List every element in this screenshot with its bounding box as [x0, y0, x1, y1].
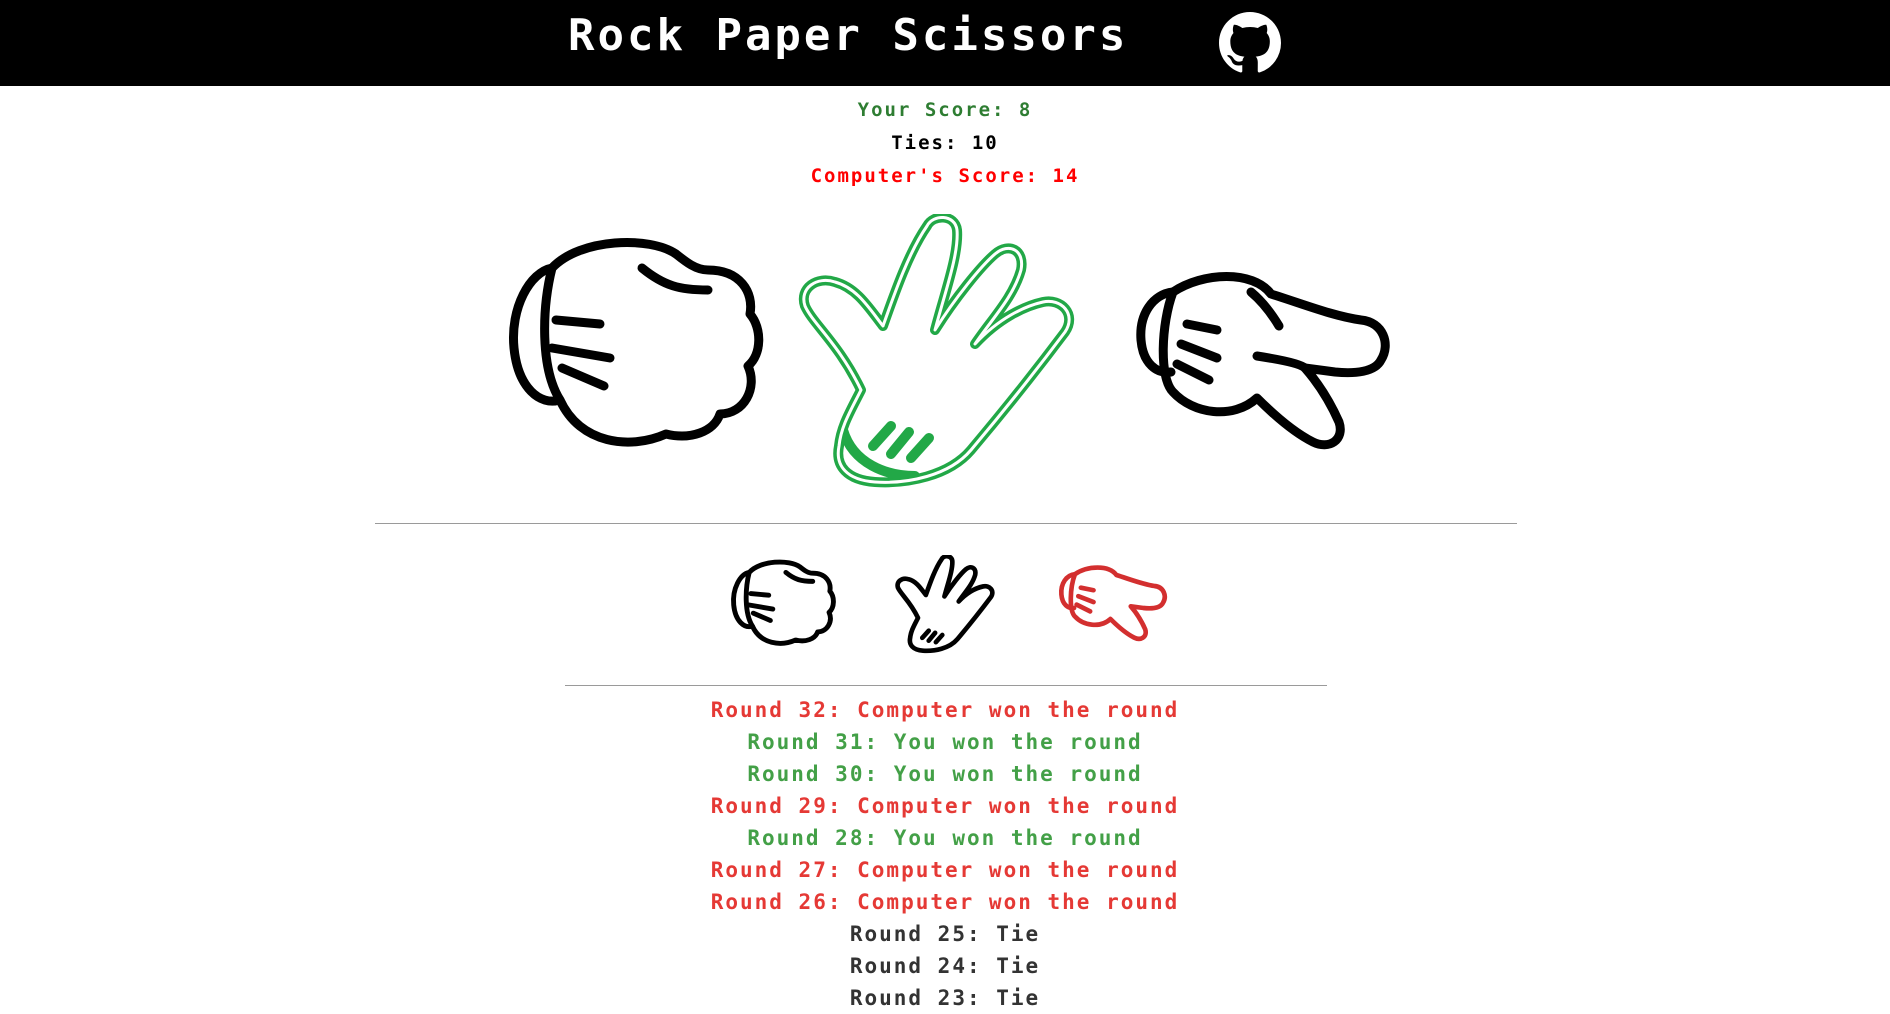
history-item: Round 26: Computer won the round: [710, 890, 1180, 914]
rock-hand-icon: [508, 237, 764, 447]
history-item: Round 27: Computer won the round: [710, 858, 1180, 882]
history-item: Round 23: Tie: [849, 986, 1041, 1010]
round-history: Round 32: Computer won the round Round 3…: [0, 694, 1890, 1014]
scissors-choice-button[interactable]: [1058, 560, 1168, 648]
rock-choice-button[interactable]: [728, 555, 838, 658]
history-item: Round 31: You won the round: [747, 730, 1143, 754]
history-item: Round 28: You won the round: [747, 826, 1143, 850]
paper-hand-icon: [798, 214, 1075, 488]
history-item: Round 32: Computer won the round: [710, 698, 1180, 722]
history-item: Round 25: Tie: [849, 922, 1041, 946]
scissors-hand-icon: [1136, 272, 1390, 450]
history-item: Round 29: Computer won the round: [710, 794, 1180, 818]
history-item: Round 30: You won the round: [747, 762, 1143, 786]
divider-bottom: [565, 685, 1327, 686]
github-link[interactable]: [1219, 12, 1281, 74]
ties-count: Ties: 10: [891, 132, 999, 154]
divider-top: [375, 523, 1517, 524]
github-icon: [1219, 12, 1281, 73]
rock-choice-icon: [731, 559, 836, 646]
your-score: Your Score: 8: [857, 99, 1033, 121]
app-title: Rock Paper Scissors: [568, 10, 1129, 61]
history-item: Round 24: Tie: [849, 954, 1041, 978]
paper-choice-icon: [895, 553, 995, 654]
top-bar: Rock Paper Scissors: [0, 0, 1890, 86]
computer-score: Computer's Score: 14: [810, 165, 1080, 187]
paper-choice-button[interactable]: [893, 553, 1003, 658]
scissors-choice-icon: [1059, 565, 1168, 642]
